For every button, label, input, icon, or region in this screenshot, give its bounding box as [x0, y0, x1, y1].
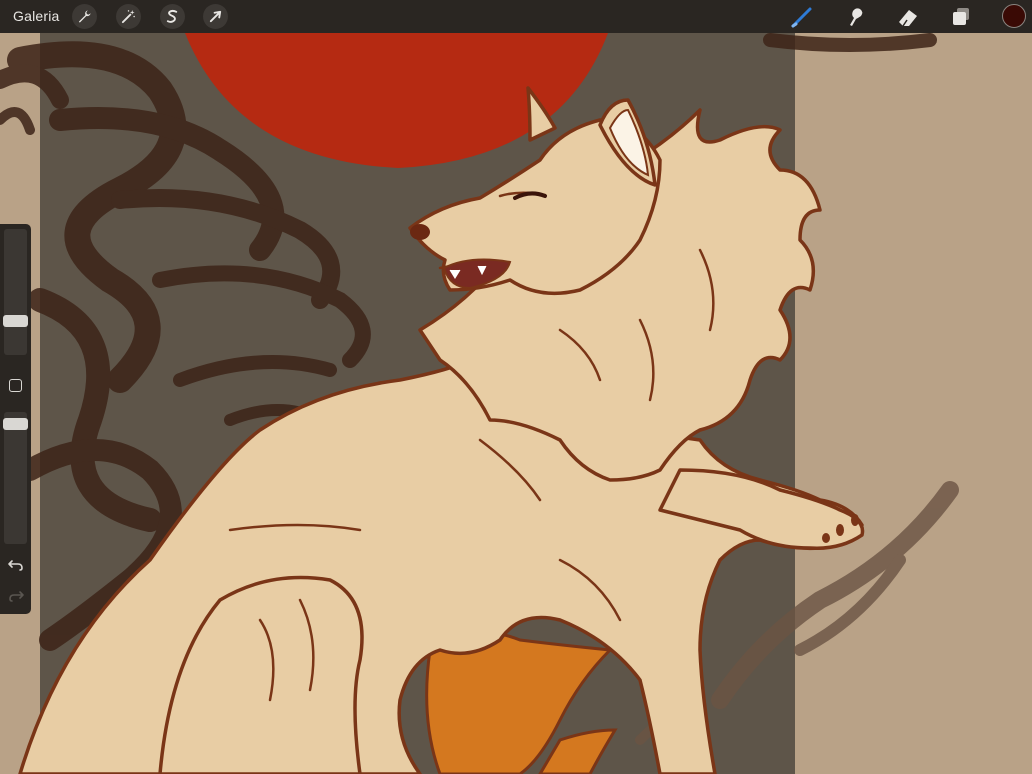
magic-wand-icon: [121, 9, 135, 24]
brush-button[interactable]: [789, 4, 815, 30]
drawing-canvas[interactable]: [0, 0, 1032, 774]
modify-button[interactable]: [9, 379, 22, 392]
selection-button[interactable]: [160, 4, 185, 29]
brush-size-slider[interactable]: [4, 229, 27, 355]
layers-button[interactable]: [948, 4, 974, 30]
top-toolbar: Galeria: [0, 0, 1032, 33]
actions-button[interactable]: [72, 4, 97, 29]
transform-button[interactable]: [203, 4, 228, 29]
undo-icon[interactable]: [7, 555, 25, 573]
current-color-swatch[interactable]: [1002, 4, 1026, 28]
eraser-button[interactable]: [895, 4, 921, 30]
opacity-slider[interactable]: [4, 412, 27, 544]
brush-icon: [791, 7, 812, 28]
layers-icon: [953, 8, 969, 25]
artwork: [0, 0, 1032, 774]
wrench-icon: [78, 10, 91, 23]
arrow-cursor-icon: [209, 10, 222, 23]
selection-s-icon: [166, 9, 178, 23]
smudge-button[interactable]: [842, 4, 868, 30]
opacity-thumb[interactable]: [3, 418, 28, 430]
redo-icon[interactable]: [7, 586, 25, 604]
gallery-button[interactable]: Galeria: [13, 8, 60, 24]
left-sidebar: [0, 224, 31, 614]
smudge-icon: [850, 8, 863, 27]
brush-size-thumb[interactable]: [3, 315, 28, 327]
adjustments-button[interactable]: [116, 4, 141, 29]
eraser-icon: [899, 10, 917, 27]
